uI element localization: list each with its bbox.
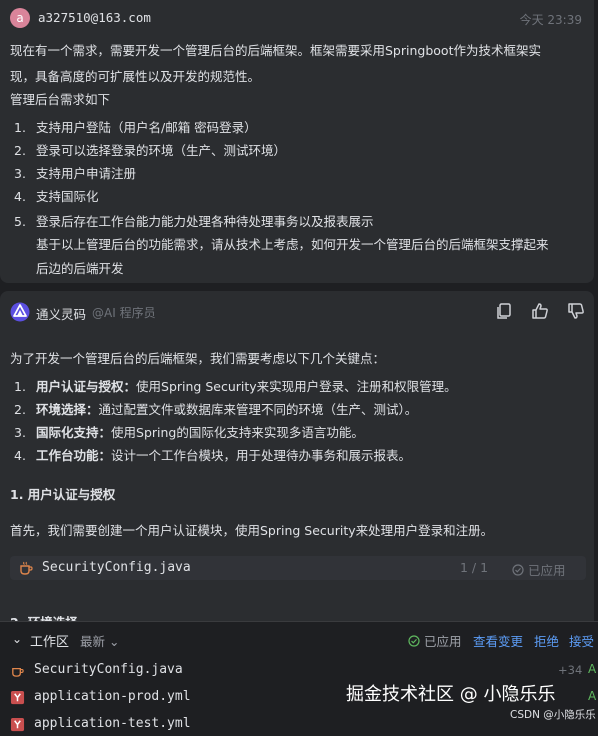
message-text: 基于以上管理后台的功能需求，请从技术上考虑，如何开发一个管理后台的后端框架支撑起…: [36, 237, 549, 252]
copy-icon[interactable]: [494, 301, 516, 323]
list-item: 4. 支持国际化: [14, 189, 99, 204]
message-text: 管理后台需求如下: [10, 92, 111, 107]
user-message-card: a a327510@163.com 今天 23:39 现在有一个需求，需要开发一…: [0, 0, 594, 283]
check-circle-icon: [512, 564, 524, 576]
code-count: 1 / 1: [460, 560, 489, 575]
list-item: 2. 登录可以选择登录的环境（生产、测试环境）: [14, 143, 287, 158]
tongyi-logo-icon: [10, 302, 30, 322]
thumbs-up-icon[interactable]: [530, 301, 552, 323]
file-name: SecurityConfig.java: [34, 662, 183, 677]
message-text: 现在有一个需求，需要开发一个管理后台的后端框架。框架需要采用Springboot…: [10, 43, 541, 58]
code-filename: SecurityConfig.java: [42, 560, 191, 575]
java-file-icon: [12, 667, 24, 677]
ai-intro: 为了开发一个管理后台的后端框架，我们需要考虑以下几个关键点：: [10, 351, 386, 366]
file-status-flag: A: [588, 689, 597, 703]
file-row[interactable]: SecurityConfig.java +34 A: [10, 660, 598, 682]
list-item: 1. 用户认证与授权：使用Spring Security来实现用户登录、注册和权限…: [14, 379, 457, 394]
latest-dropdown[interactable]: 最新 ⌄: [80, 631, 119, 650]
applied-status: 已应用: [512, 560, 566, 579]
list-item: 4. 工作台功能：设计一个工作台模块，用于处理待办事务和展示报表。: [14, 448, 412, 463]
code-block-header[interactable]: SecurityConfig.java 1 / 1 已应用: [10, 556, 586, 580]
java-file-icon: [20, 561, 33, 575]
list-item: 5. 登录后存在工作台能力能力处理各种待处理事务以及报表展示: [14, 214, 374, 229]
ai-tag: @AI 程序员: [92, 306, 156, 320]
message-time: 今天 23:39: [519, 13, 582, 27]
chevron-down-icon: ⌄: [109, 634, 120, 649]
juejin-watermark: 掘金技术社区 @ 小隐乐乐: [346, 684, 556, 705]
avatar: a: [10, 8, 30, 28]
csdn-watermark: CSDN @小隐乐乐: [510, 709, 596, 721]
list-item: 1. 支持用户登陆（用户名/邮箱 密码登录）: [14, 120, 257, 135]
workspace-panel: ⌄ 工作区 最新 ⌄ 已应用 查看变更 拒绝 接受 SecurityConfig…: [0, 621, 598, 732]
section-text: 首先，我们需要创建一个用户认证模块，使用Spring Security来处理用户…: [10, 523, 494, 538]
thumbs-down-icon[interactable]: [566, 301, 588, 323]
section-heading: 2. 环境选择: [10, 612, 78, 621]
workspace-applied-status: 已应用: [408, 631, 462, 650]
file-added-count: +34: [558, 663, 583, 677]
file-status-flag: A: [588, 662, 597, 676]
reject-link[interactable]: 拒绝: [534, 631, 559, 650]
list-item: 3. 支持用户申请注册: [14, 166, 137, 181]
message-text: 现，具备高度的可扩展性以及开发的规范性。: [10, 69, 261, 84]
file-name: application-prod.yml: [34, 689, 191, 704]
check-circle-icon: [408, 635, 420, 647]
chevron-down-icon[interactable]: ⌄: [12, 632, 22, 646]
user-email: a327510@163.com: [38, 10, 151, 25]
list-item: 3. 国际化支持：使用Spring的国际化支持来实现多语言功能。: [14, 425, 364, 440]
section-heading: 1. 用户认证与授权: [10, 487, 116, 502]
ai-name: 通义灵码: [36, 307, 87, 322]
list-item: 2. 环境选择：通过配置文件或数据库来管理不同的环境（生产、测试）。: [14, 402, 418, 417]
ai-message-card: 通义灵码 @AI 程序员 为了开发一个管理后台的后端框架，我们需要考虑以下几个关…: [0, 291, 594, 621]
file-name: application-test.yml: [34, 716, 191, 731]
view-changes-link[interactable]: 查看变更: [473, 631, 523, 650]
accept-link[interactable]: 接受: [569, 631, 594, 650]
workspace-title[interactable]: 工作区: [30, 631, 69, 650]
message-text: 后边的后端开发: [36, 261, 124, 276]
yaml-file-icon: [10, 690, 25, 705]
